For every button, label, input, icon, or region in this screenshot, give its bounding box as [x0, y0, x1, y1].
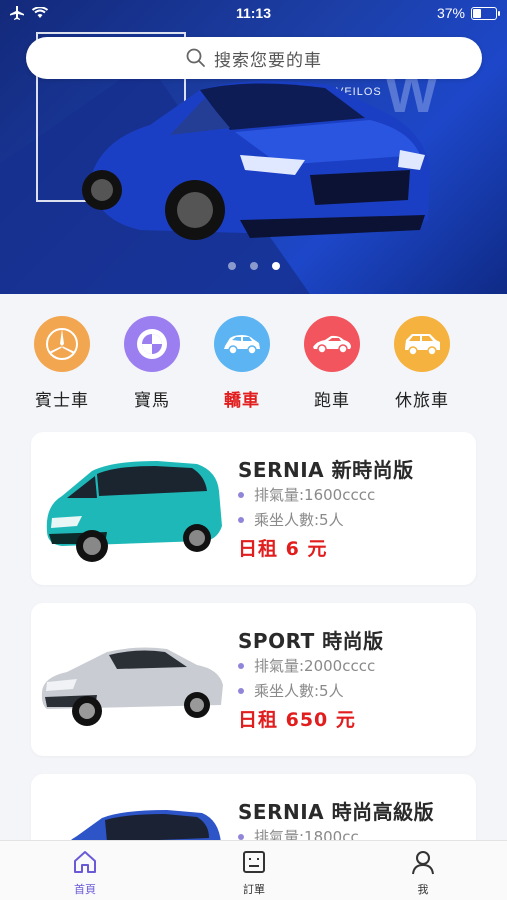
bmw-logo-icon [124, 316, 180, 372]
bullet-icon [238, 687, 244, 694]
category-sedan[interactable]: 轎車 [207, 316, 277, 411]
car-price: 日租 6 元 [238, 538, 328, 560]
seats-text: 乘坐人數:5人 [254, 682, 344, 700]
battery-icon [471, 6, 500, 20]
search-icon [186, 48, 205, 67]
carousel-dot[interactable] [227, 262, 236, 270]
suv-icon [394, 316, 450, 372]
category-suv[interactable]: 休旅車 [387, 316, 457, 411]
car-price: 日租 650 元 [238, 709, 356, 731]
bullet-icon [238, 516, 244, 523]
displacement-text: 排氣量:1600cccc [254, 486, 376, 504]
carousel-dot-active[interactable] [271, 262, 280, 270]
bullet-icon [238, 833, 244, 840]
car-seats: 乘坐人數:5人 [238, 680, 344, 701]
tab-label: 我 [417, 883, 429, 896]
carousel-dot[interactable] [249, 262, 258, 270]
order-icon [243, 851, 265, 873]
banner-car-image [82, 81, 430, 240]
car-name: SERNIA 時尚高級版 [238, 800, 435, 824]
user-icon [412, 851, 434, 875]
category-bmw[interactable]: 寶馬 [117, 316, 187, 411]
category-row: 賓士車 寶馬 轎車 跑車 休旅車 [0, 294, 507, 419]
hero-banner[interactable]: W VEILOS 11:13 37% 搜索您要的車 [0, 0, 507, 294]
home-icon [74, 851, 96, 873]
bullet-icon [238, 662, 244, 669]
category-label: 寶馬 [134, 391, 170, 411]
bullet-icon [238, 491, 244, 498]
tab-me[interactable]: 我 [383, 849, 463, 897]
car-image [41, 647, 223, 726]
category-label: 跑車 [314, 391, 350, 411]
car-displacement: 排氣量:2000cccc [238, 655, 375, 676]
car-displacement: 排氣量:1600cccc [238, 484, 375, 505]
search-bar[interactable]: 搜索您要的車 [26, 37, 482, 79]
seats-text: 乘坐人數:5人 [254, 511, 344, 529]
car-name: SPORT 時尚版 [238, 629, 384, 653]
car-seats: 乘坐人數:5人 [238, 509, 344, 530]
battery-fill [473, 8, 481, 18]
category-label: 賓士車 [35, 391, 89, 411]
tab-home[interactable]: 首頁 [45, 849, 125, 897]
tab-bar: 首頁 訂單 我 [0, 840, 507, 900]
status-time: 11:13 [235, 5, 272, 21]
category-sports-car[interactable]: 跑車 [297, 316, 367, 411]
sedan-icon [214, 316, 270, 372]
category-mercedes[interactable]: 賓士車 [27, 316, 97, 411]
car-card[interactable]: SERNIA 新時尚版 排氣量:1600cccc 乘坐人數:5人 日租 6 元 [31, 432, 476, 585]
car-name: SERNIA 新時尚版 [238, 458, 414, 482]
category-label: 轎車 [224, 391, 260, 411]
search-placeholder: 搜索您要的車 [214, 50, 322, 71]
car-card[interactable]: SPORT 時尚版 排氣量:2000cccc 乘坐人數:5人 日租 650 元 [31, 603, 476, 756]
battery-percent: 37% [436, 5, 465, 21]
status-right: 37% [436, 5, 500, 21]
carousel-dots [0, 262, 507, 270]
tab-label: 訂單 [243, 883, 265, 896]
tab-label: 首頁 [74, 883, 96, 896]
tab-orders[interactable]: 訂單 [214, 849, 294, 897]
displacement-text: 排氣量:2000cccc [254, 657, 376, 675]
status-bar: 11:13 37% [0, 0, 507, 28]
mercedes-logo-icon [34, 316, 90, 372]
category-label: 休旅車 [395, 391, 449, 411]
sports-car-icon [304, 316, 360, 372]
car-image [46, 461, 222, 562]
